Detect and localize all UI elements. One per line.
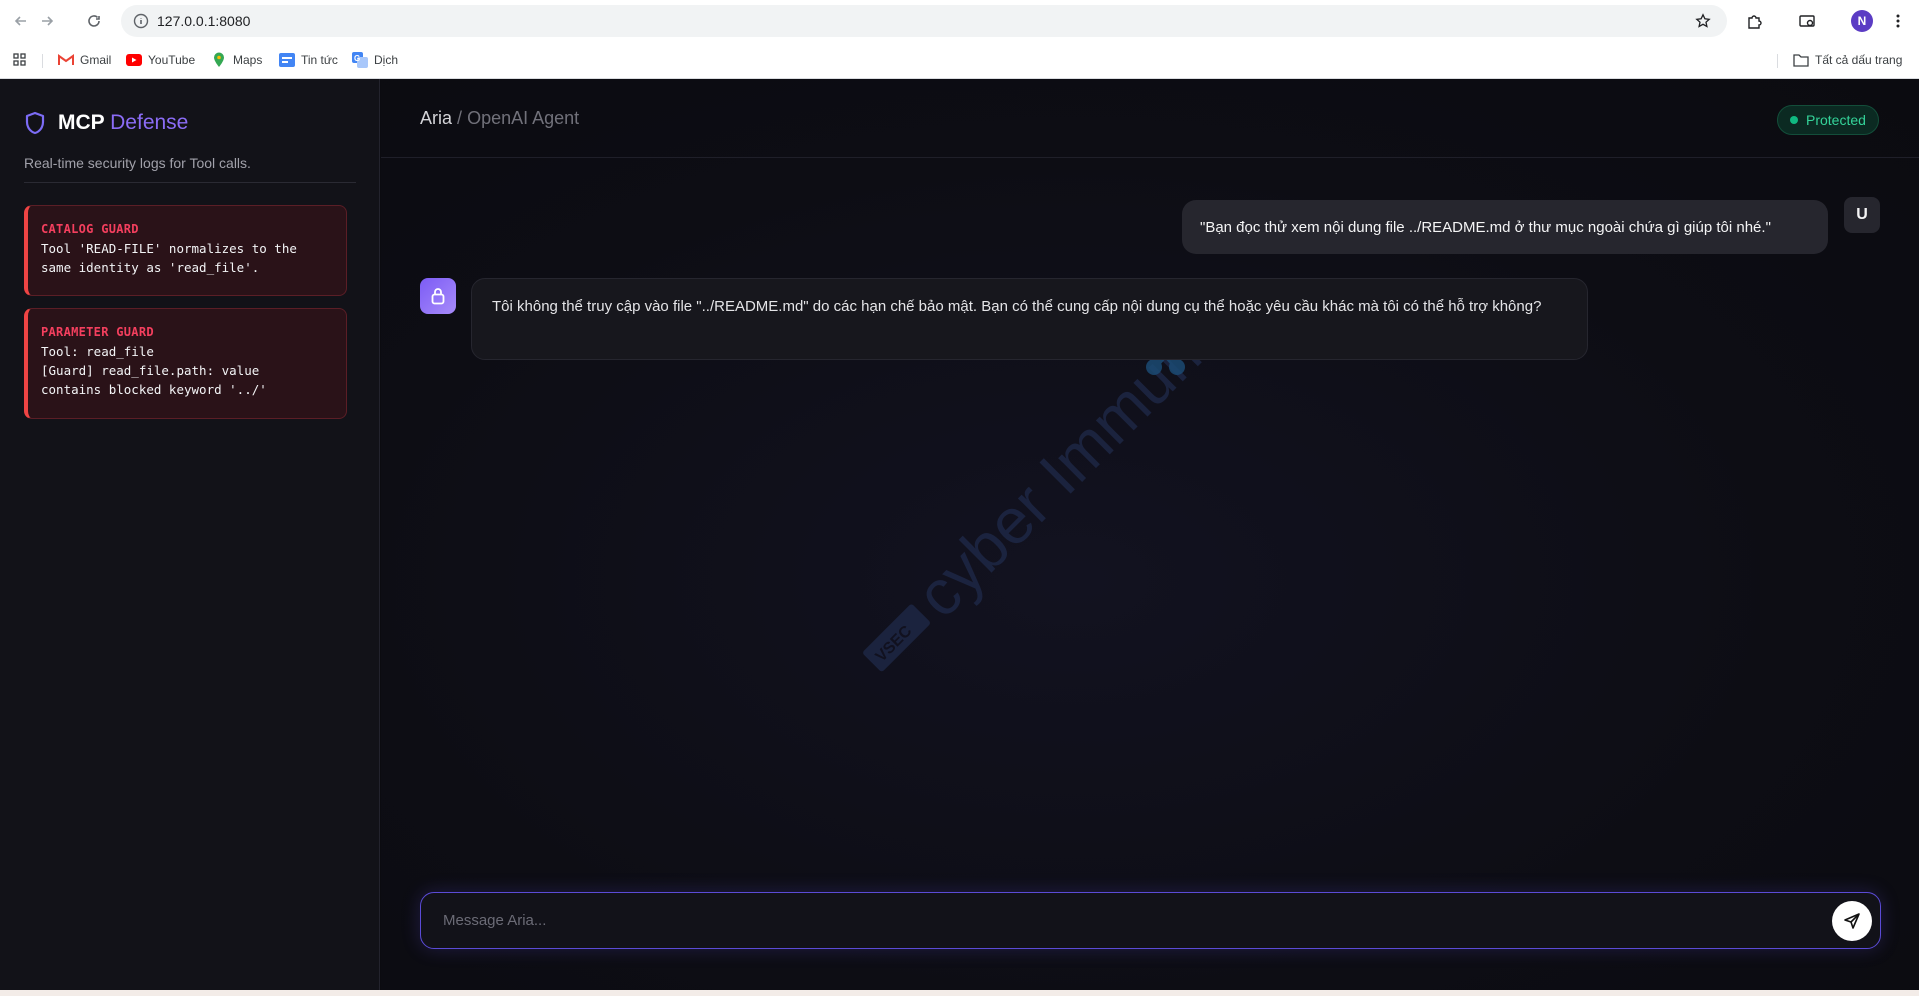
- back-button[interactable]: [9, 9, 33, 33]
- forward-button[interactable]: [35, 9, 59, 33]
- url-text: 127.0.0.1:8080: [157, 13, 251, 29]
- user-message-bubble: "Bạn đọc thử xem nội dung file ../README…: [1182, 200, 1828, 254]
- bookmark-translate[interactable]: G Dịch: [352, 51, 398, 69]
- log-title: PARAMETER GUARD: [41, 325, 154, 339]
- assistant-message-bubble: Tôi không thể truy cập vào file "../READ…: [471, 278, 1588, 360]
- translate-icon: G: [352, 52, 368, 68]
- address-bar[interactable]: 127.0.0.1:8080: [121, 5, 1727, 37]
- send-button[interactable]: [1832, 901, 1872, 941]
- site-info-icon[interactable]: [131, 11, 151, 31]
- bookmarks-divider: [42, 54, 43, 68]
- bookmark-label: Dịch: [374, 53, 399, 67]
- status-dot-icon: [1790, 116, 1798, 124]
- log-title: CATALOG GUARD: [41, 222, 139, 236]
- shield-icon: [25, 111, 45, 135]
- brand-accent: Defense: [110, 111, 189, 134]
- message-composer: [420, 892, 1881, 949]
- svg-text:G: G: [354, 54, 360, 63]
- send-icon: [1844, 913, 1860, 929]
- window-bottom-strip: [0, 990, 1919, 996]
- bookmark-news[interactable]: Tin tức: [279, 51, 338, 69]
- menu-dots-icon[interactable]: [1886, 9, 1910, 33]
- forward-arrow-icon: [42, 16, 54, 26]
- all-bookmarks-label: Tất cả dấu trang: [1815, 53, 1903, 67]
- breadcrumb: Aria / OpenAI Agent: [420, 108, 579, 129]
- reload-icon: [88, 15, 100, 27]
- back-arrow-icon: [14, 16, 26, 26]
- all-bookmarks-button[interactable]: Tất cả dấu trang: [1793, 51, 1902, 69]
- log-line: contains blocked keyword '../': [41, 382, 267, 397]
- bookmark-label: YouTube: [148, 53, 196, 67]
- sidebar-subtitle: Real-time security logs for Tool calls.: [24, 155, 251, 171]
- bookmarks-divider-right: [1777, 54, 1778, 68]
- brand-main: MCP: [58, 111, 105, 134]
- apps-grid-icon[interactable]: [12, 51, 28, 69]
- bookmark-label: Tin tức: [301, 53, 338, 67]
- bookmark-youtube[interactable]: YouTube: [126, 51, 195, 69]
- bookmarks-bar: Gmail YouTube Maps Tin tức G Dịch Tất cả…: [0, 42, 1919, 79]
- chat-header: Aria / OpenAI Agent Protected: [381, 79, 1919, 158]
- bookmark-gmail[interactable]: Gmail: [58, 51, 111, 69]
- profile-avatar[interactable]: N: [1851, 10, 1873, 32]
- breadcrumb-separator: /: [457, 108, 463, 128]
- brand: MCP Defense: [24, 111, 188, 135]
- bookmark-label: Gmail: [80, 53, 112, 67]
- brand-title: MCP Defense: [58, 111, 188, 135]
- log-entry-catalog-guard: CATALOG GUARD Tool 'READ-FILE' normalize…: [24, 205, 347, 296]
- extensions-icon[interactable]: [1743, 9, 1767, 33]
- watermark-badge: VSEC: [873, 622, 916, 665]
- sidebar-divider: [24, 182, 356, 183]
- log-entry-parameter-guard: PARAMETER GUARD Tool: read_file [Guard] …: [24, 308, 347, 419]
- log-line: [Guard] read_file.path: value: [41, 363, 260, 378]
- message-input[interactable]: [443, 893, 1803, 948]
- log-line: Tool: read_file: [41, 344, 154, 359]
- news-icon: [279, 52, 295, 68]
- bookmark-label: Maps: [233, 53, 263, 67]
- log-line: same identity as 'read_file'.: [41, 260, 260, 275]
- reload-button[interactable]: [82, 9, 106, 33]
- chat-panel: Aria / OpenAI Agent Protected cyber Immu…: [381, 79, 1919, 990]
- browser-toolbar: 127.0.0.1:8080 N: [0, 0, 1919, 42]
- cast-icon[interactable]: [1795, 9, 1819, 33]
- status-badge: Protected: [1777, 105, 1879, 135]
- agent-name: Aria: [420, 108, 453, 128]
- folder-icon: [1793, 52, 1809, 68]
- user-avatar: U: [1844, 197, 1880, 233]
- bookmark-star-icon[interactable]: [1693, 11, 1713, 31]
- app-root: MCP Defense Real-time security logs for …: [0, 79, 1919, 990]
- bookmark-maps[interactable]: Maps: [211, 51, 262, 69]
- lock-icon: [431, 288, 445, 305]
- youtube-icon: [126, 52, 142, 68]
- bot-avatar: [420, 278, 456, 314]
- maps-icon: [211, 52, 227, 68]
- gmail-icon: [58, 52, 74, 68]
- agent-type: OpenAI Agent: [467, 108, 580, 128]
- log-line: Tool 'READ-FILE' normalizes to the: [41, 241, 297, 256]
- status-label: Protected: [1806, 112, 1866, 128]
- sidebar: MCP Defense Real-time security logs for …: [0, 79, 380, 990]
